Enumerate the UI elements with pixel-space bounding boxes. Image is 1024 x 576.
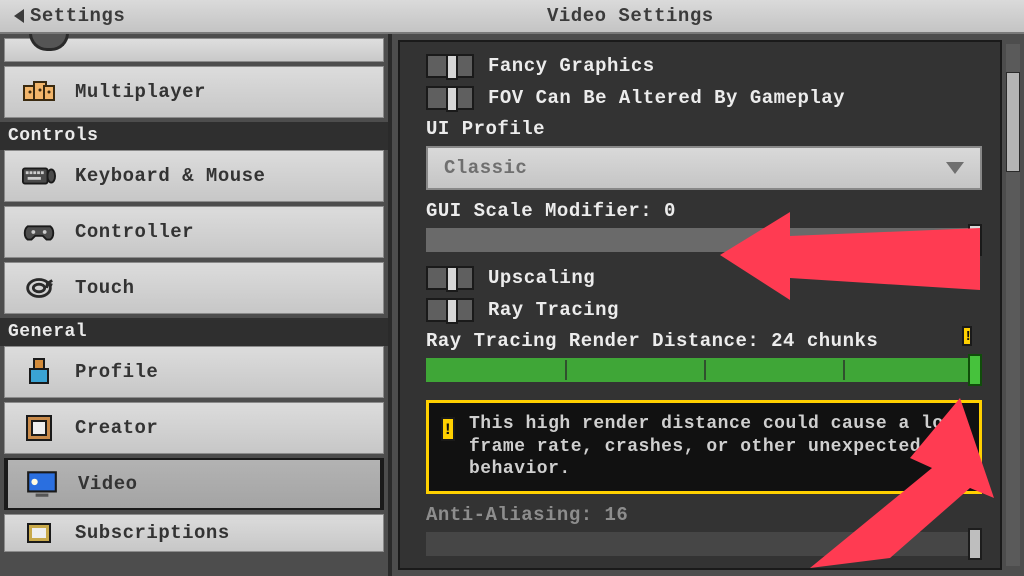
- sidebar-item-label: Multiplayer: [75, 81, 206, 103]
- setting-fov-alter: FOV Can Be Altered By Gameplay: [426, 86, 982, 110]
- gui-scale-handle[interactable]: [968, 224, 982, 256]
- anti-aliasing-handle[interactable]: [968, 528, 982, 560]
- ui-profile-label: UI Profile: [426, 118, 982, 140]
- setting-ray-tracing: Ray Tracing: [426, 298, 982, 322]
- rt-distance-handle[interactable]: [968, 354, 982, 386]
- back-button[interactable]: Settings: [0, 0, 139, 32]
- sidebar-item-touch[interactable]: Touch: [4, 262, 384, 314]
- sidebar-item-label: Controller: [75, 221, 194, 243]
- scrollbar-thumb[interactable]: [1006, 72, 1020, 172]
- multiplayer-icon: [21, 78, 57, 106]
- keyboard-icon: [21, 162, 57, 190]
- touch-icon: [21, 274, 57, 302]
- warning-bang-icon: !: [441, 417, 455, 441]
- sidebar-item-creator[interactable]: Creator: [4, 402, 384, 454]
- upscaling-toggle[interactable]: [426, 266, 474, 290]
- sidebar-item-label: Subscriptions: [75, 522, 230, 544]
- sidebar-item-controller[interactable]: Controller: [4, 206, 384, 258]
- sidebar-item-label: Video: [78, 473, 138, 495]
- setting-upscaling: Upscaling: [426, 266, 982, 290]
- settings-panel: Fancy Graphics FOV Can Be Altered By Gam…: [388, 34, 1024, 576]
- sidebar-item-label: Profile: [75, 361, 158, 383]
- fancy-graphics-label: Fancy Graphics: [488, 55, 655, 77]
- anti-aliasing-slider[interactable]: [426, 532, 982, 556]
- rt-distance-row: [426, 358, 982, 382]
- sidebar-item-label: Creator: [75, 417, 158, 439]
- ray-tracing-label: Ray Tracing: [488, 299, 619, 321]
- ui-profile-dropdown[interactable]: Classic: [426, 146, 982, 190]
- warning-icon: [962, 326, 972, 346]
- sidebar-item-keyboard-mouse[interactable]: Keyboard & Mouse: [4, 150, 384, 202]
- creator-icon: [21, 414, 57, 442]
- sidebar-item-multiplayer[interactable]: Multiplayer: [4, 66, 384, 118]
- sidebar-item-video[interactable]: Video: [4, 458, 384, 510]
- warning-text: This high render distance could cause a …: [469, 414, 955, 479]
- title-bar: Settings Video Settings: [0, 0, 1024, 34]
- sidebar: Multiplayer Controls Keyboard & Mouse Co…: [0, 34, 388, 576]
- subscriptions-icon: [21, 519, 57, 547]
- render-distance-warning: ! This high render distance could cause …: [426, 400, 982, 494]
- page-title: Video Settings: [547, 5, 714, 27]
- sidebar-item-label: Keyboard & Mouse: [75, 165, 265, 187]
- chevron-down-icon: [946, 162, 964, 174]
- gui-scale-label: GUI Scale Modifier: 0: [426, 200, 982, 222]
- ui-profile-value: Classic: [444, 157, 527, 179]
- settings-list: Fancy Graphics FOV Can Be Altered By Gam…: [398, 40, 1002, 570]
- sidebar-section-controls: Controls: [0, 122, 388, 150]
- scrollbar[interactable]: [1006, 44, 1020, 566]
- fov-alter-toggle[interactable]: [426, 86, 474, 110]
- chevron-left-icon: [14, 9, 24, 23]
- back-label: Settings: [30, 5, 125, 27]
- fancy-graphics-toggle[interactable]: [426, 54, 474, 78]
- gui-scale-slider[interactable]: [426, 228, 982, 252]
- ray-tracing-toggle[interactable]: [426, 298, 474, 322]
- profile-icon: [21, 358, 57, 386]
- anti-aliasing-label: Anti-Aliasing: 16: [426, 504, 982, 526]
- fov-alter-label: FOV Can Be Altered By Gameplay: [488, 87, 845, 109]
- controller-icon: [21, 218, 57, 246]
- upscaling-label: Upscaling: [488, 267, 595, 289]
- sidebar-item-truncated[interactable]: [4, 38, 384, 62]
- video-icon: [24, 470, 60, 498]
- sidebar-item-profile[interactable]: Profile: [4, 346, 384, 398]
- rt-distance-slider[interactable]: [426, 358, 982, 382]
- setting-fancy-graphics: Fancy Graphics: [426, 54, 982, 78]
- sidebar-section-general: General: [0, 318, 388, 346]
- sidebar-item-subscriptions[interactable]: Subscriptions: [4, 514, 384, 552]
- sidebar-item-label: Touch: [75, 277, 135, 299]
- rt-distance-label: Ray Tracing Render Distance: 24 chunks: [426, 330, 982, 352]
